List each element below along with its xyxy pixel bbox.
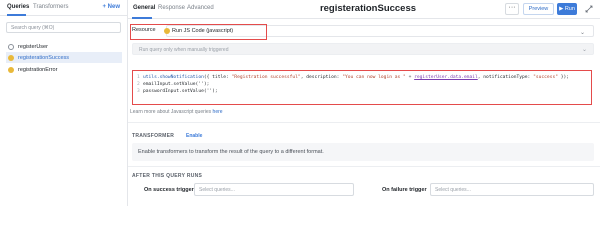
learn-more-link[interactable]: here	[213, 109, 223, 115]
active-tab-indicator	[7, 14, 26, 16]
query-item-registrationerror[interactable]: registrationError	[6, 64, 122, 75]
divider	[128, 166, 600, 167]
on-failure-select[interactable]: Select queries...	[430, 183, 594, 196]
query-title[interactable]: registerationSuccess	[288, 3, 448, 14]
transformer-description: Enable transformers to transform the res…	[132, 143, 594, 161]
query-item-registeruser[interactable]: registerUser	[6, 41, 122, 52]
code-line-2: 2 emailInput.setValue('');	[137, 82, 210, 87]
preview-button[interactable]: Preview	[523, 3, 554, 15]
new-query-button[interactable]: + New	[102, 4, 120, 10]
learn-more-label: Learn more about Javascript queries	[130, 109, 212, 115]
javascript-icon	[8, 54, 14, 61]
queries-panel-tabs: Queries Transformers + New	[0, 0, 128, 16]
active-tab-indicator	[132, 17, 152, 19]
play-icon: ▶	[559, 6, 564, 12]
query-item-label: registerUser	[18, 43, 48, 50]
divider	[128, 122, 600, 123]
learn-more-text: Learn more about Javascript queries here	[130, 109, 223, 115]
resource-highlight	[130, 24, 267, 40]
transformer-heading: TRANSFORMER	[132, 133, 175, 139]
queries-panel: Queries Transformers + New Search query …	[0, 0, 128, 206]
enable-transformer-link[interactable]: Enable	[186, 133, 202, 139]
tab-response[interactable]: Response	[158, 5, 185, 11]
query-item-label: registrationError	[18, 66, 58, 73]
on-success-select[interactable]: Select queries...	[194, 183, 354, 196]
chevron-down-icon: ⌄	[579, 30, 585, 36]
code-line-3: 3 passwordInput.setValue('');	[137, 89, 218, 94]
run-button[interactable]: ▶ Run	[557, 3, 577, 15]
query-editor: General Response Advanced registerationS…	[128, 0, 600, 206]
query-item-label: registerationSuccess	[18, 54, 70, 61]
query-editor-header: General Response Advanced registerationS…	[128, 0, 600, 19]
javascript-icon	[8, 66, 14, 73]
on-failure-label: On failure trigger	[382, 187, 427, 193]
tab-general[interactable]: General	[133, 5, 155, 11]
on-success-label: On success trigger	[144, 187, 194, 193]
rest-api-icon	[8, 43, 14, 50]
code-line-1: 1 utils.showNotification({ title: "Regist…	[137, 75, 570, 80]
chevron-down-icon: ⌄	[581, 47, 587, 53]
after-run-heading: AFTER THIS QUERY RUNS	[132, 173, 203, 179]
more-options-button[interactable]: ···	[505, 3, 519, 15]
run-trigger-select[interactable]: Run query only when manually triggered ⌄	[132, 43, 594, 55]
tab-queries[interactable]: Queries	[7, 4, 29, 10]
tab-transformers[interactable]: Transformers	[33, 4, 68, 10]
run-trigger-value: Run query only when manually triggered	[139, 47, 229, 53]
code-editor[interactable]: 1 utils.showNotification({ title: "Regist…	[132, 70, 592, 105]
query-item-registerationsuccess[interactable]: registerationSuccess	[6, 52, 122, 63]
run-label: Run	[564, 6, 575, 12]
expand-icon[interactable]	[584, 4, 594, 14]
tab-advanced[interactable]: Advanced	[187, 5, 214, 11]
search-query-input[interactable]: Search query (⌘O)	[6, 22, 121, 33]
